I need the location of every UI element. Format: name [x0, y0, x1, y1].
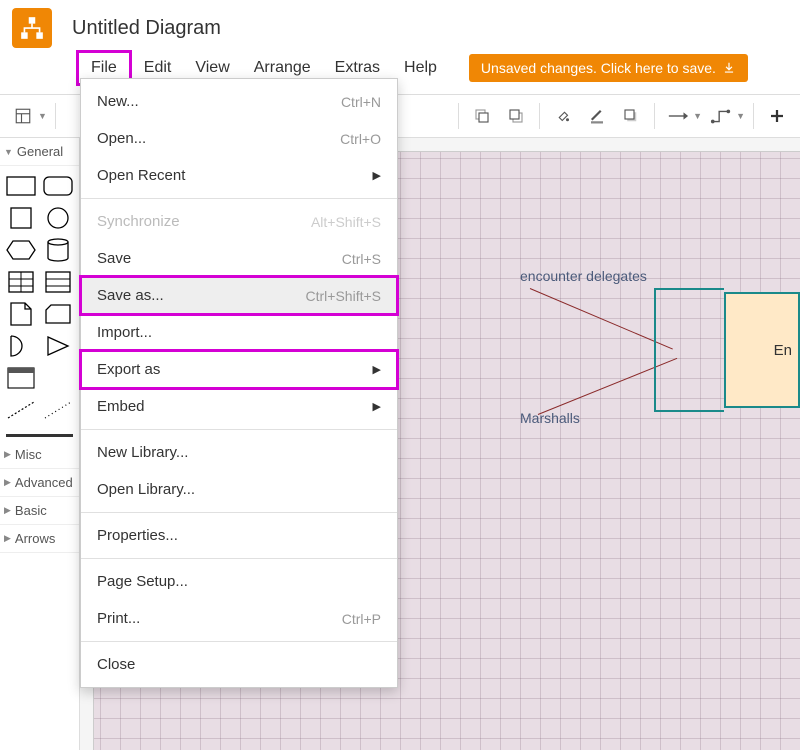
to-back-button[interactable]: [501, 101, 531, 131]
shape-dotted-line[interactable]: [41, 396, 75, 424]
panel-advanced[interactable]: ▶ Advanced: [0, 469, 79, 497]
panel-general[interactable]: ▼ General: [0, 138, 79, 166]
download-icon: [722, 61, 736, 75]
chevron-right-icon: ▶: [4, 449, 11, 460]
shape-list[interactable]: [41, 268, 75, 296]
chevron-right-icon: ▶: [4, 533, 11, 544]
menu-item-print[interactable]: Print... Ctrl+P: [81, 600, 397, 637]
menu-item-new-library[interactable]: New Library...: [81, 434, 397, 471]
shape-window[interactable]: [4, 364, 38, 392]
menu-item-open[interactable]: Open... Ctrl+O: [81, 120, 397, 157]
menu-item-synchronize: Synchronize Alt+Shift+S: [81, 203, 397, 240]
separator: [81, 641, 397, 642]
separator: [81, 429, 397, 430]
connection-style-button[interactable]: [663, 101, 693, 131]
shape-note[interactable]: [4, 300, 38, 328]
separator: [81, 198, 397, 199]
shape-rounded-rect[interactable]: [41, 172, 75, 200]
chevron-right-icon: ▶: [4, 477, 11, 488]
diagram-entity-text: En: [774, 342, 792, 359]
app-logo[interactable]: [12, 8, 52, 48]
menu-item-import[interactable]: Import...: [81, 314, 397, 351]
chevron-down-icon: ▼: [4, 147, 13, 157]
menu-item-open-library[interactable]: Open Library...: [81, 471, 397, 508]
chevron-right-icon: ▶: [373, 400, 381, 413]
menu-item-page-setup[interactable]: Page Setup...: [81, 563, 397, 600]
line-color-button[interactable]: [582, 101, 612, 131]
menu-help[interactable]: Help: [392, 53, 449, 83]
unsaved-changes-banner[interactable]: Unsaved changes. Click here to save.: [469, 54, 748, 82]
view-layout-button[interactable]: [8, 101, 38, 131]
waypoint-style-button[interactable]: [706, 101, 736, 131]
menu-item-save[interactable]: Save Ctrl+S: [81, 240, 397, 277]
panel-basic-label: Basic: [15, 503, 47, 518]
shape-triangle[interactable]: [41, 332, 75, 360]
separator: [654, 103, 655, 129]
shadow-button[interactable]: [616, 101, 646, 131]
chevron-down-icon: ▼: [736, 111, 745, 121]
shape-rectangle[interactable]: [4, 172, 38, 200]
shape-card[interactable]: [41, 300, 75, 328]
diagram-label-2[interactable]: Marshalls: [520, 410, 580, 426]
shape-hexagon[interactable]: [4, 236, 38, 264]
separator: [81, 512, 397, 513]
shape-half-circle[interactable]: [4, 332, 38, 360]
separator: [458, 103, 459, 129]
separator: [539, 103, 540, 129]
menu-item-open-recent[interactable]: Open Recent ▶: [81, 157, 397, 194]
separator: [55, 103, 56, 129]
document-title[interactable]: Untitled Diagram: [72, 17, 221, 40]
menu-item-embed[interactable]: Embed ▶: [81, 388, 397, 425]
separator: [753, 103, 754, 129]
panel-misc[interactable]: ▶ Misc: [0, 441, 79, 469]
separator: [81, 558, 397, 559]
menu-item-export-as[interactable]: Export as ▶: [81, 351, 397, 388]
logo-hierarchy-icon: [19, 15, 45, 41]
chevron-down-icon: ▼: [38, 111, 47, 121]
diagram-entity-box[interactable]: En: [724, 292, 800, 408]
menu-item-properties[interactable]: Properties...: [81, 517, 397, 554]
panel-general-label: General: [17, 144, 63, 159]
panel-basic[interactable]: ▶ Basic: [0, 497, 79, 525]
shape-table[interactable]: [4, 268, 38, 296]
shape-circle[interactable]: [41, 204, 75, 232]
diagram-connector-1[interactable]: [530, 288, 673, 349]
panel-arrows-label: Arrows: [15, 531, 55, 546]
menu-item-save-as[interactable]: Save as... Ctrl+Shift+S: [81, 277, 397, 314]
chevron-right-icon: ▶: [373, 363, 381, 376]
titlebar: Untitled Diagram: [0, 0, 800, 50]
chevron-down-icon: ▼: [693, 111, 702, 121]
unsaved-changes-text: Unsaved changes. Click here to save.: [481, 60, 716, 76]
chevron-right-icon: ▶: [373, 169, 381, 182]
shape-square[interactable]: [4, 204, 38, 232]
panel-advanced-label: Advanced: [15, 475, 73, 490]
diagram-bracket[interactable]: [654, 288, 724, 412]
file-dropdown-menu: New... Ctrl+N Open... Ctrl+O Open Recent…: [80, 78, 398, 688]
shape-dashed-line[interactable]: [4, 396, 38, 424]
fill-color-button[interactable]: [548, 101, 578, 131]
separator: [6, 434, 73, 437]
insert-button[interactable]: [762, 101, 792, 131]
menu-item-new[interactable]: New... Ctrl+N: [81, 83, 397, 120]
diagram-label-1[interactable]: encounter delegates: [520, 268, 647, 284]
shape-empty[interactable]: [41, 364, 75, 392]
panel-misc-label: Misc: [15, 447, 42, 462]
shapes-sidebar: ▼ General ▶ Misc ▶ Advanced ▶ Basic ▶ Arrows: [0, 138, 80, 750]
chevron-right-icon: ▶: [4, 505, 11, 516]
to-front-button[interactable]: [467, 101, 497, 131]
general-shapes: [0, 166, 79, 430]
panel-arrows[interactable]: ▶ Arrows: [0, 525, 79, 553]
menu-item-close[interactable]: Close: [81, 646, 397, 683]
shape-cylinder[interactable]: [41, 236, 75, 264]
